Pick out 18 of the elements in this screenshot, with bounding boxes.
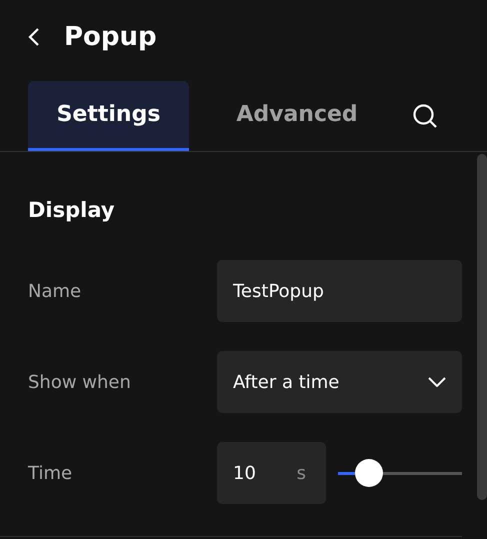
unit-label: s: [296, 462, 306, 484]
time-field[interactable]: 10 s: [217, 442, 326, 504]
field-label: Name: [28, 280, 82, 302]
search-icon: [412, 103, 438, 129]
chevron-down-icon: [428, 377, 446, 387]
section-title: Display: [28, 198, 116, 222]
field-label: Show when: [28, 372, 132, 392]
field-label: Time: [28, 462, 74, 484]
page-title: Popup: [64, 22, 157, 52]
tab[interactable]: Settings: [28, 81, 189, 151]
scrollbar-thumb[interactable]: [477, 154, 487, 500]
slider-thumb[interactable]: [355, 459, 384, 487]
tab[interactable]: Advanced: [189, 81, 405, 151]
name-field[interactable]: TestPopup: [217, 260, 462, 322]
back-icon: [28, 27, 40, 47]
show-when-dropdown[interactable]: After a time: [217, 351, 462, 413]
time-value: 10: [233, 462, 256, 484]
back-button[interactable]: [28, 27, 40, 47]
